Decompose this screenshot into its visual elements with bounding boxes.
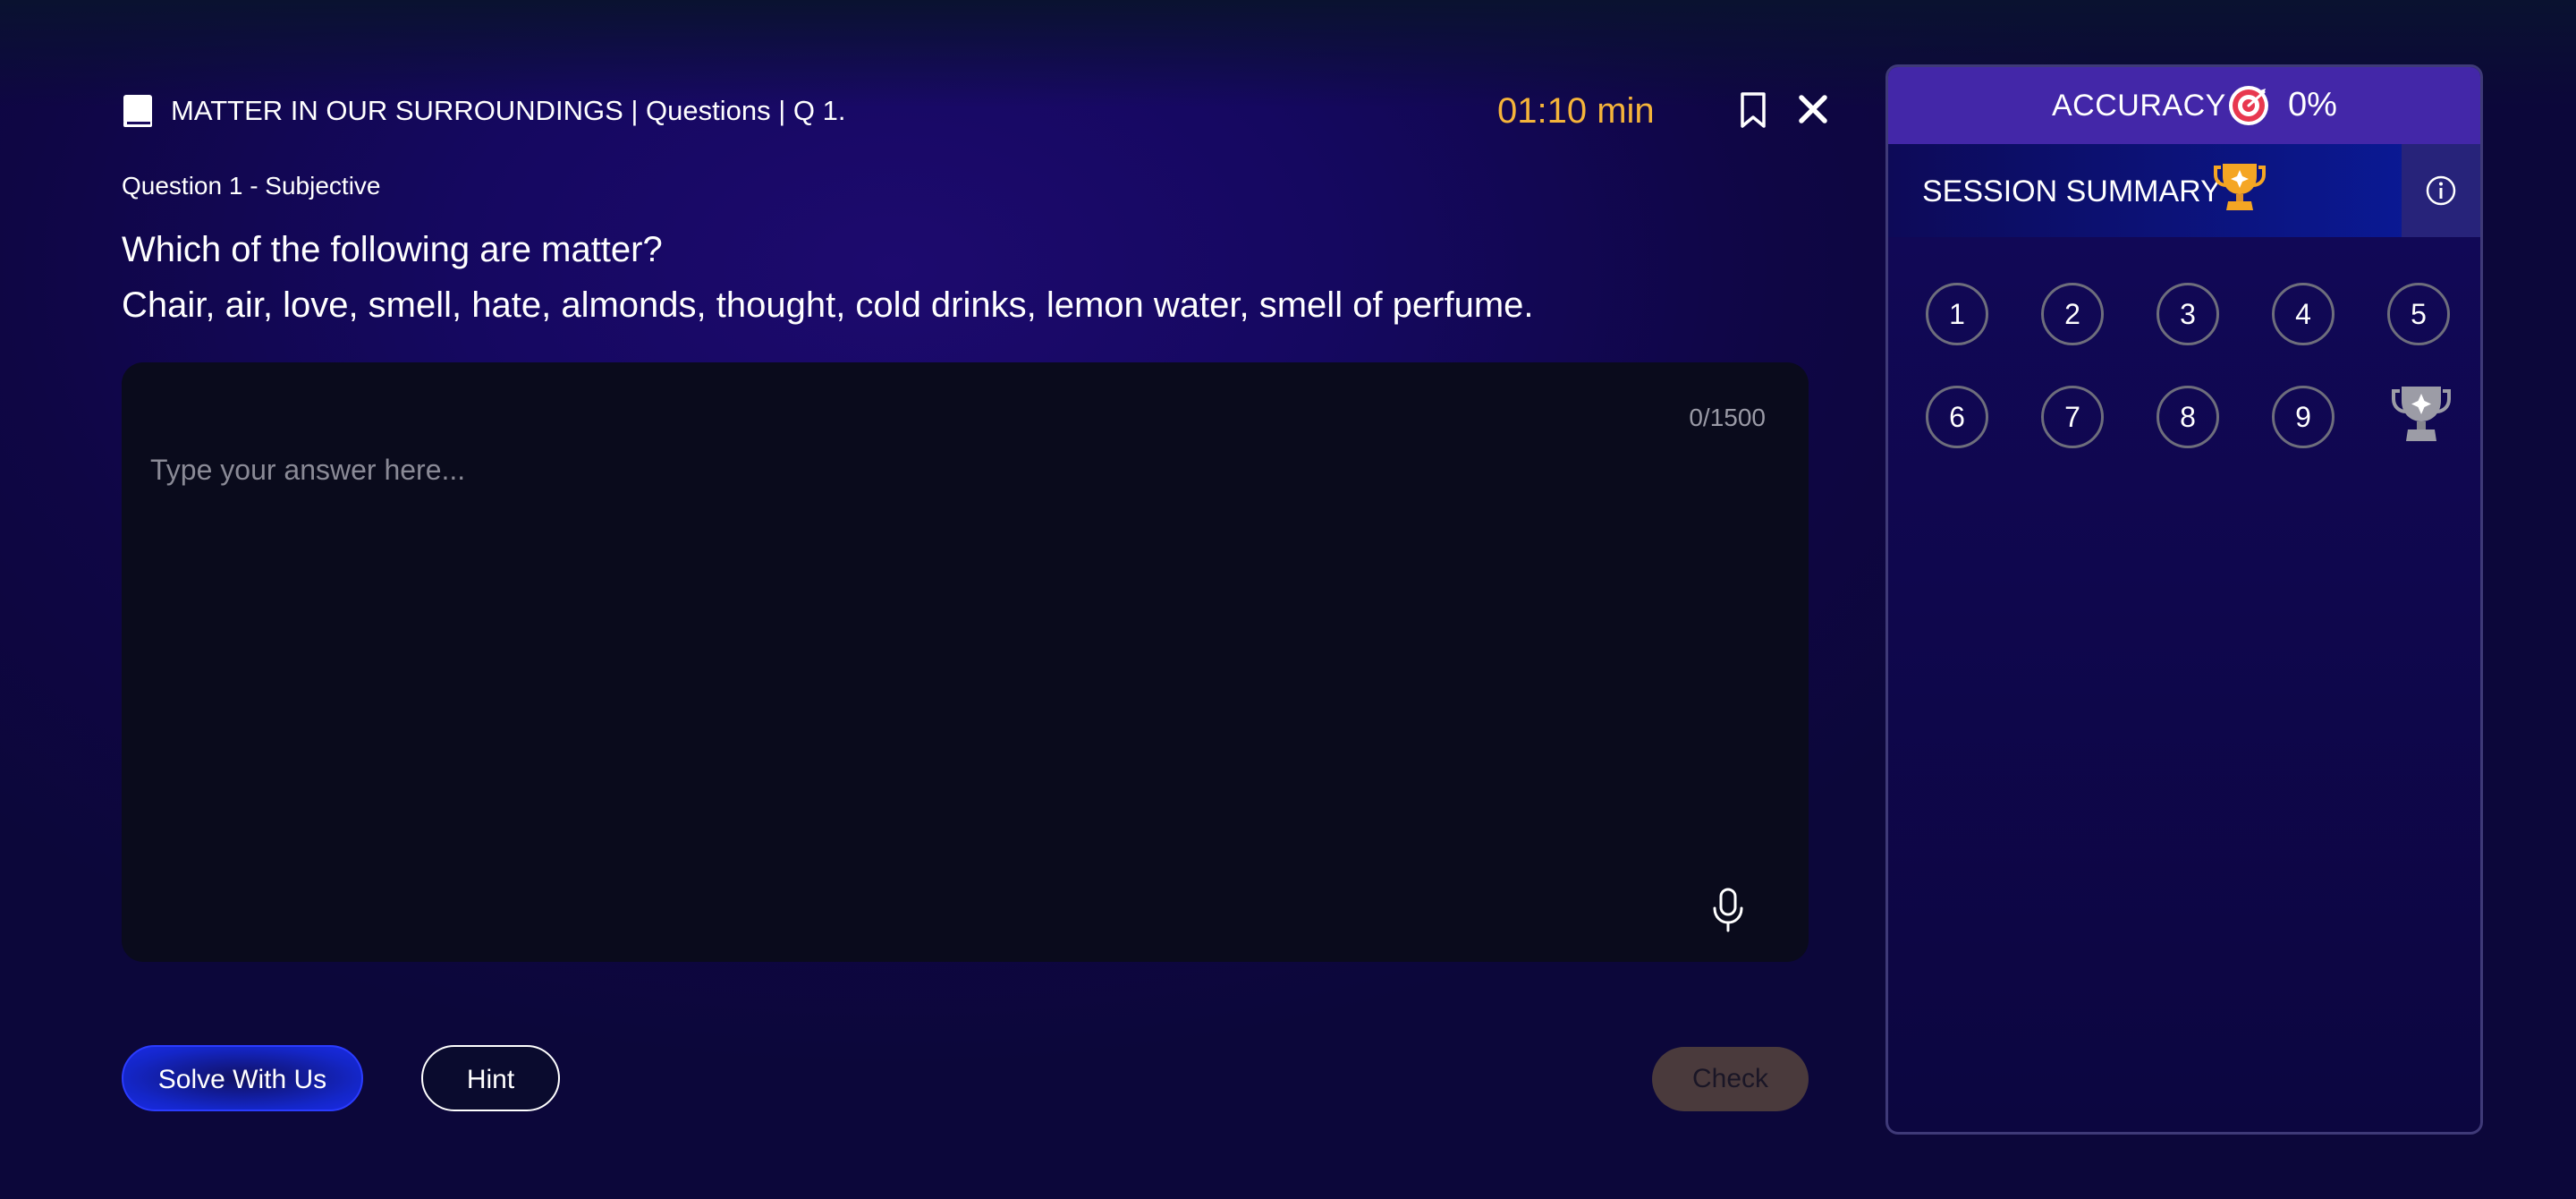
session-panel: ACCURACY 0% SESSION SUMMARY 1 2 3 4 5 6 … [1885,64,2483,1135]
solve-with-us-button[interactable]: Solve With Us [122,1045,363,1111]
accuracy-label: ACCURACY [2052,89,2226,123]
accuracy-bar: ACCURACY 0% [1888,67,2480,144]
session-summary-label: SESSION SUMMARY [1922,174,2221,208]
target-icon [2229,86,2268,125]
trophy-icon [2214,164,2266,210]
accuracy-value: 0% [2288,86,2337,123]
book-icon [123,95,152,127]
question-number-4[interactable]: 4 [2272,283,2334,345]
question-text: Which of the following are matter? [122,230,663,269]
info-icon[interactable] [2425,174,2457,207]
microphone-icon[interactable] [1710,887,1746,933]
question-number-7[interactable]: 7 [2041,386,2104,448]
bookmark-icon[interactable] [1737,91,1769,129]
answer-box: 0/1500 [122,362,1809,962]
question-options-text: Chair, air, love, smell, hate, almonds, … [122,285,1534,325]
close-icon[interactable] [1793,89,1833,129]
answer-input[interactable] [148,448,1762,846]
question-number-3[interactable]: 3 [2157,283,2219,345]
question-number-5[interactable]: 5 [2387,283,2450,345]
question-type-label: Question 1 - Subjective [122,172,381,200]
hint-button[interactable]: Hint [421,1045,560,1111]
page-title: MATTER IN OUR SURROUNDINGS | Questions |… [171,95,846,126]
info-button[interactable] [2402,144,2480,237]
check-button[interactable]: Check [1652,1047,1809,1111]
question-number-1[interactable]: 1 [1926,283,1988,345]
question-number-9[interactable]: 9 [2272,386,2334,448]
timer: 01:10 min [1497,91,1655,131]
silver-trophy-icon [2392,387,2451,441]
question-number-6[interactable]: 6 [1926,386,1988,448]
character-counter: 0/1500 [1689,404,1766,431]
question-number-8[interactable]: 8 [2157,386,2219,448]
question-number-2[interactable]: 2 [2041,283,2104,345]
session-summary-header: SESSION SUMMARY [1888,144,2480,237]
